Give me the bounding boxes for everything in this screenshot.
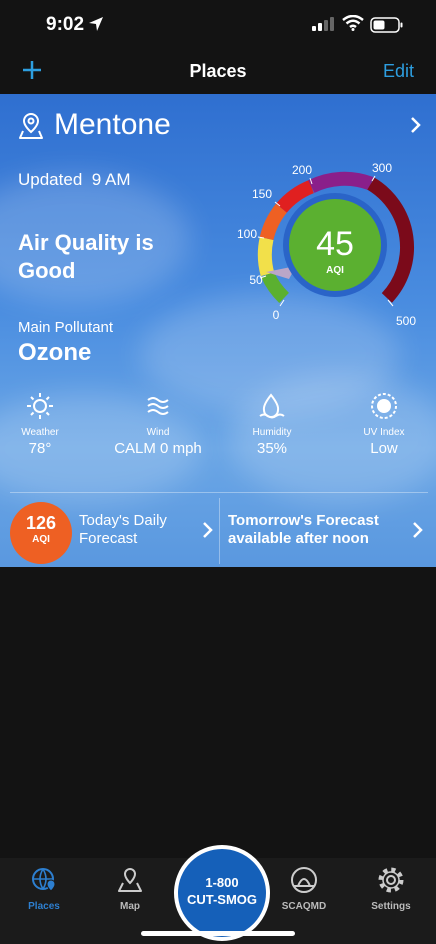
weather-stat: Weather 78° — [0, 392, 95, 457]
tab-map[interactable]: Map — [95, 866, 165, 912]
hotline-line1: 1-800 — [205, 875, 239, 890]
map-pin-icon — [118, 867, 142, 892]
hotline-line2: CUT-SMOG — [186, 892, 258, 907]
chevron-right-icon[interactable] — [410, 116, 422, 134]
tab-scaqmd[interactable]: SCAQMD — [269, 866, 339, 912]
tab-label: Settings — [371, 901, 411, 912]
today-aqi-unit: AQI — [32, 534, 50, 545]
gauge-segment-moderate — [257, 236, 275, 277]
wind-value: CALM 0 mph — [114, 440, 202, 457]
wind-label: Wind — [146, 427, 170, 438]
gauge-segment-good — [261, 271, 290, 303]
today-aqi-value: 126 — [25, 513, 57, 533]
gear-icon — [378, 867, 404, 893]
globe-pin-icon — [32, 868, 56, 892]
chevron-right-icon[interactable] — [412, 521, 424, 539]
divider — [219, 498, 220, 564]
gauge-tick-label: 0 — [273, 308, 280, 322]
tab-label: Places — [28, 901, 60, 912]
scaqmd-logo-icon — [291, 867, 317, 893]
humidity-stat: Humidity 35% — [217, 392, 327, 457]
sun-icon — [27, 393, 53, 419]
status-bar: 9:02 — [0, 0, 436, 52]
humidity-label: Humidity — [252, 427, 292, 438]
divider — [10, 492, 428, 493]
tab-places[interactable]: Places — [9, 866, 79, 912]
main-pollutant-value: Ozone — [18, 339, 92, 366]
main-pollutant-label: Main Pollutant — [18, 319, 114, 336]
wind-stat: Wind CALM 0 mph — [103, 392, 213, 457]
cellular-signal-icon — [312, 17, 334, 31]
gauge-tick-label: 50 — [249, 273, 263, 287]
aqi-gauge: 45 AQI 0 50 100 150 200 300 500 — [237, 161, 416, 328]
updated-time: Updated 9 AM — [18, 170, 130, 190]
updated-value: 9 AM — [91, 170, 131, 189]
edit-button[interactable]: Edit — [383, 61, 414, 82]
humidity-icon — [259, 393, 285, 419]
location-arrow-icon — [89, 17, 103, 31]
location-pin-icon — [19, 112, 43, 139]
weather-label: Weather — [21, 427, 59, 438]
gauge-tick-label: 500 — [396, 314, 416, 328]
chevron-right-icon[interactable] — [202, 521, 214, 539]
aqi-value: 45 — [316, 225, 354, 263]
today-aqi-badge: 126 AQI — [10, 502, 72, 564]
tab-label: Map — [120, 901, 140, 912]
wifi-icon — [342, 15, 364, 31]
battery-icon — [370, 17, 403, 33]
gauge-segment-very-unhealthy — [308, 171, 374, 193]
place-card[interactable]: Mentone Updated 9 AM Air Quality is Good… — [0, 94, 436, 567]
weather-value: 78° — [28, 440, 52, 457]
wind-icon — [147, 397, 169, 415]
smog-hotline-button[interactable]: 1-800 CUT-SMOG — [174, 845, 270, 941]
uv-icon — [371, 393, 397, 419]
uv-stat: UV Index Low — [329, 392, 436, 457]
humidity-value: 35% — [256, 440, 288, 457]
updated-label: Updated — [18, 170, 83, 189]
city-name: Mentone — [54, 108, 171, 141]
gauge-tick-label: 200 — [292, 163, 312, 177]
uv-value: Low — [370, 440, 398, 457]
status-time: 9:02 — [46, 14, 85, 35]
home-indicator[interactable] — [141, 931, 295, 936]
gauge-tick-label: 150 — [252, 187, 272, 201]
uv-label: UV Index — [363, 427, 405, 438]
gauge-tick-label: 100 — [237, 227, 257, 241]
nav-bar: Places Edit — [0, 52, 436, 94]
aqi-unit: AQI — [326, 265, 344, 276]
air-quality-status: Air Quality is Good — [18, 230, 154, 283]
today-forecast-link[interactable]: Today's Daily Forecast — [79, 512, 179, 548]
page-title: Places — [189, 61, 247, 81]
gauge-segment-sensitive — [259, 203, 288, 241]
tab-settings[interactable]: Settings — [356, 866, 426, 912]
tomorrow-forecast-link[interactable]: Tomorrow's Forecast available after noon — [228, 512, 398, 548]
gauge-tick-label: 300 — [372, 161, 392, 175]
tab-label: SCAQMD — [281, 901, 327, 912]
